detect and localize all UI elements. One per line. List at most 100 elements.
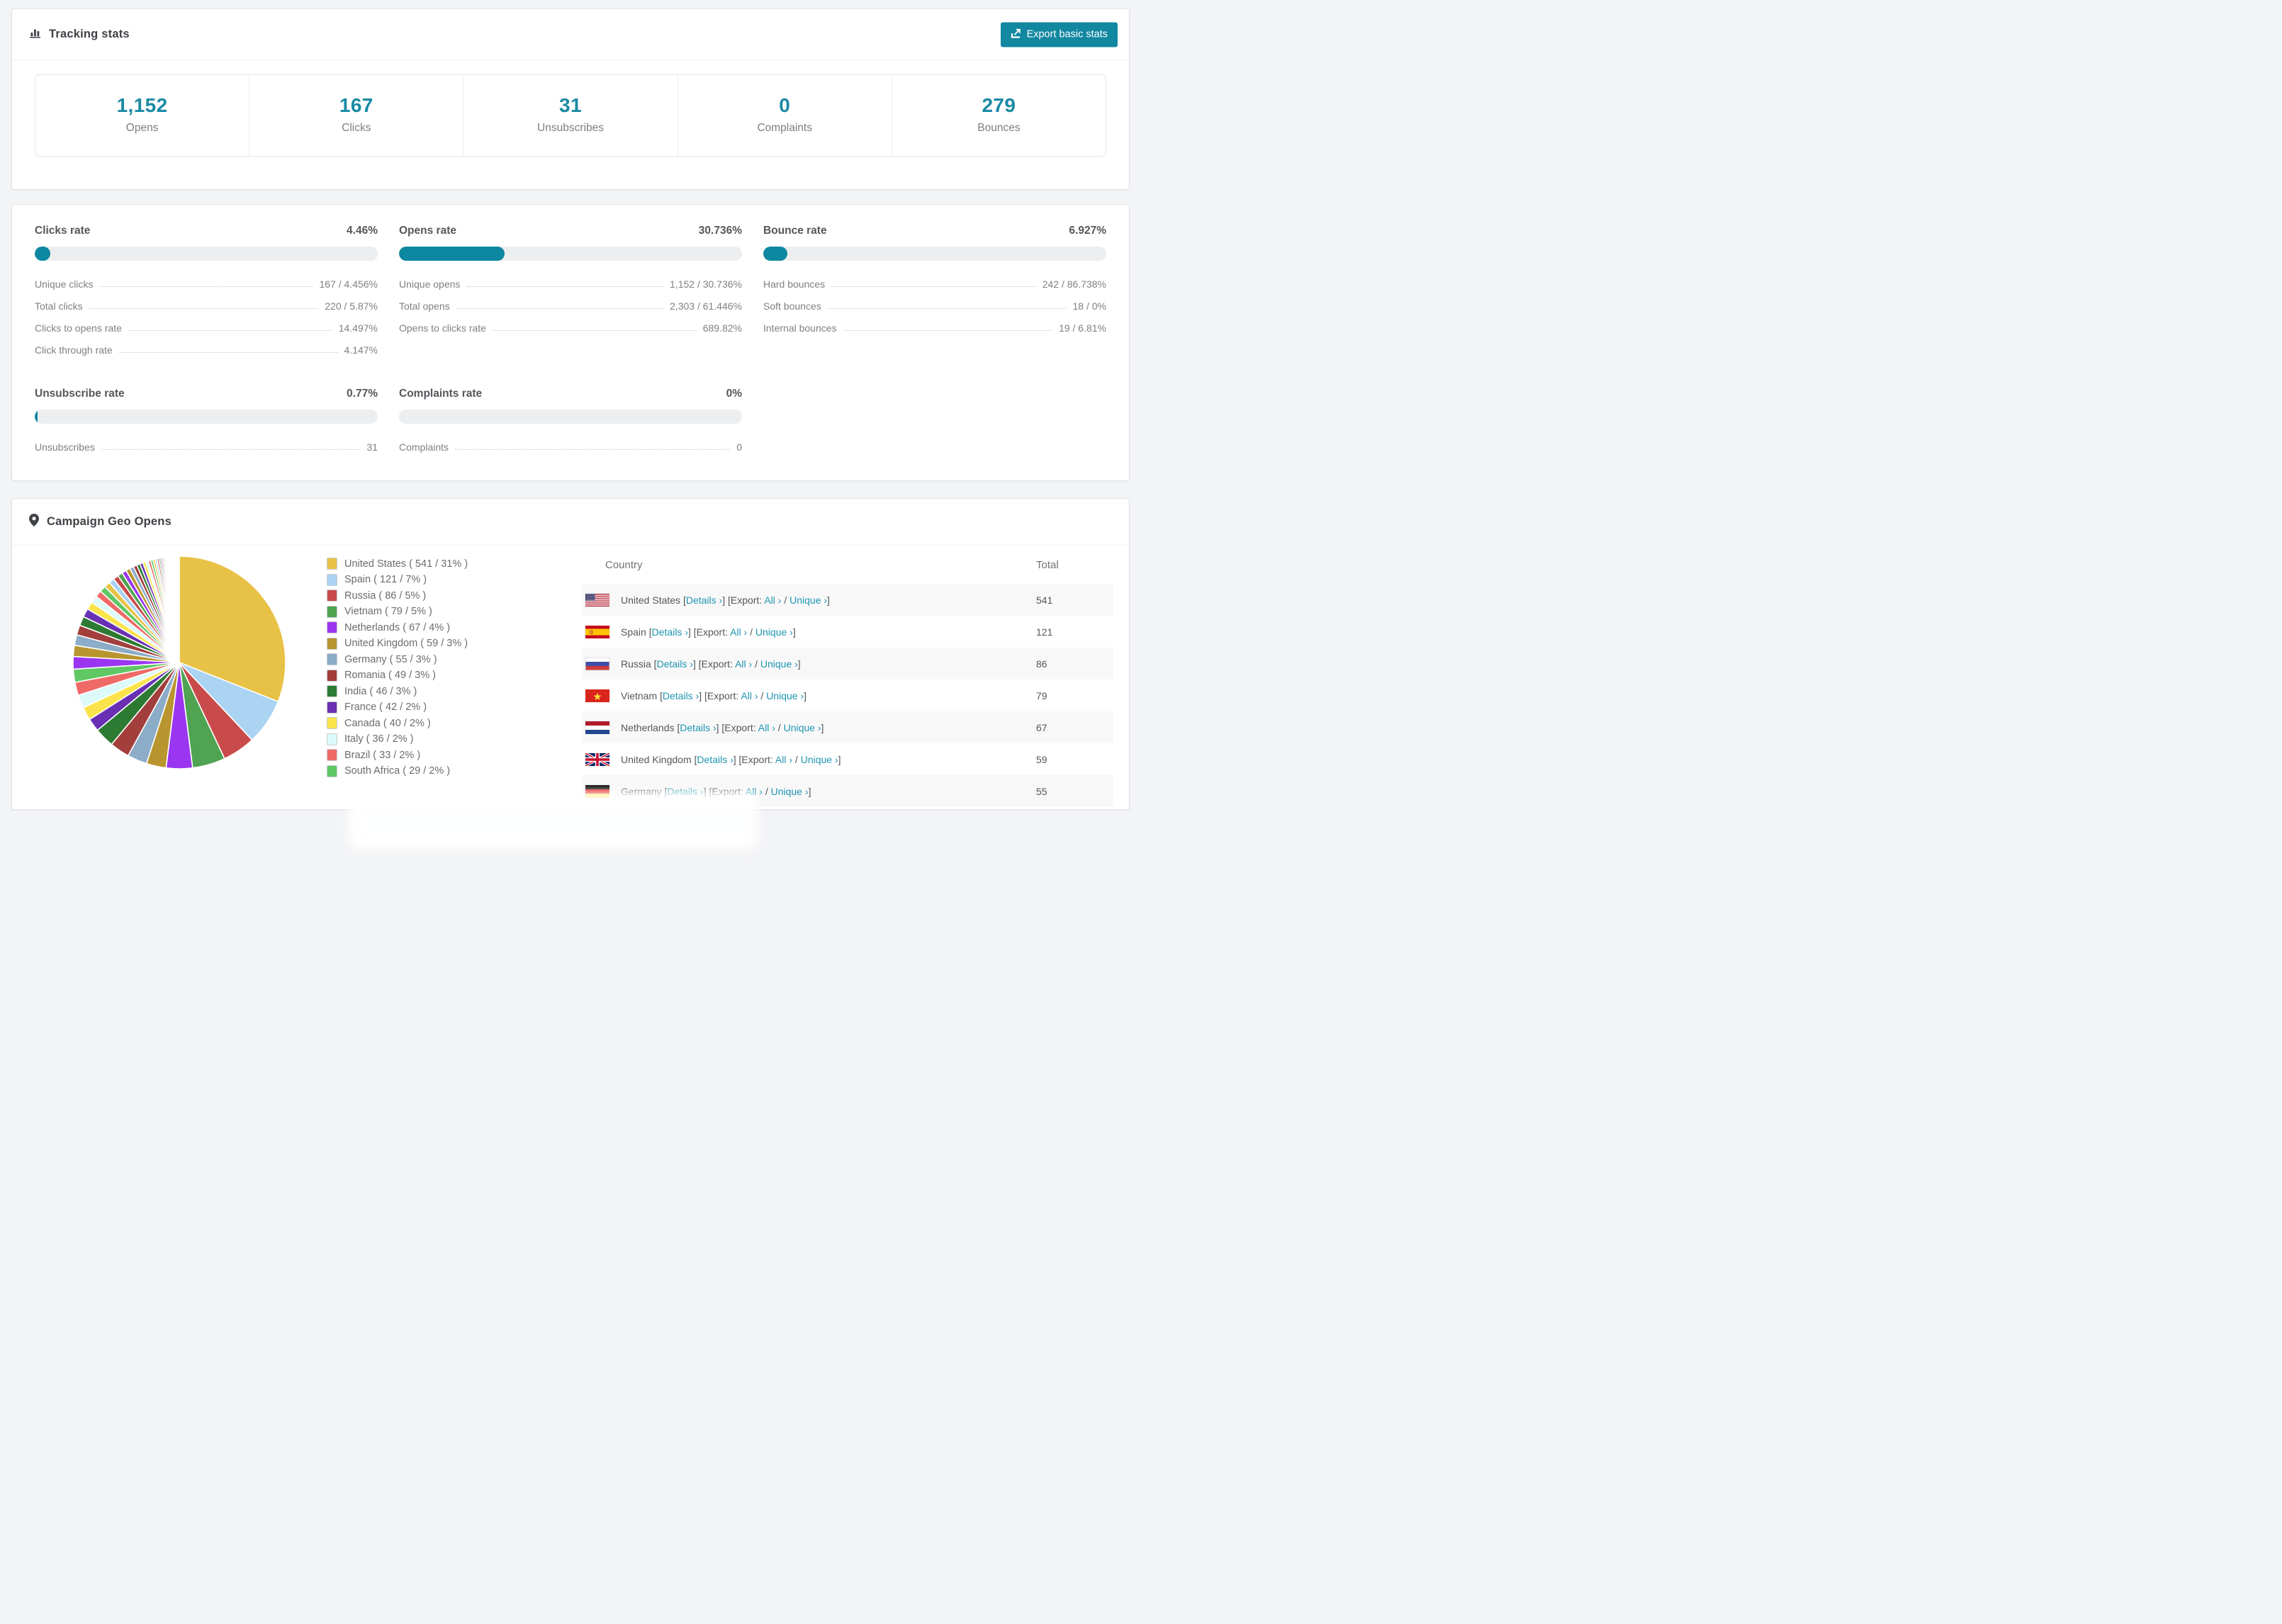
rate-detail-label: Complaints <box>399 441 449 453</box>
legend-item-france[interactable]: France ( 42 / 2% ) <box>327 701 468 714</box>
stat-value: 279 <box>982 94 1016 116</box>
rate-detail-value: 14.497% <box>338 322 378 334</box>
legend-item-romania[interactable]: Romania ( 49 / 3% ) <box>327 669 468 682</box>
bar-chart-icon <box>29 27 41 42</box>
export-unique-link[interactable]: Unique › <box>771 786 809 797</box>
summary-stat-unsubscribes: 31 Unsubscribes <box>463 75 677 156</box>
legend-item-united-states[interactable]: United States ( 541 / 31% ) <box>327 558 468 570</box>
details-link[interactable]: Details › <box>686 594 722 606</box>
rate-detail-value: 4.147% <box>344 344 378 356</box>
geo-table-row-spain: Spain [Details ›] [Export: All › / Uniqu… <box>582 616 1113 648</box>
geo-row-text: United States [Details ›] [Export: All ›… <box>621 594 830 606</box>
legend-label: India ( 46 / 3% ) <box>344 685 417 697</box>
legend-label: United Kingdom ( 59 / 3% ) <box>344 638 468 649</box>
legend-item-south-africa[interactable]: South Africa ( 29 / 2% ) <box>327 765 468 777</box>
legend-swatch <box>327 749 337 761</box>
dotted-leader <box>89 308 319 309</box>
geo-row-text: Vietnam [Details ›] [Export: All › / Uni… <box>621 689 806 701</box>
legend-item-italy[interactable]: Italy ( 36 / 2% ) <box>327 733 468 745</box>
geo-row-total: 55 <box>1036 785 1047 797</box>
legend-item-brazil[interactable]: Brazil ( 33 / 2% ) <box>327 749 468 761</box>
details-link[interactable]: Details › <box>680 722 716 733</box>
rate-panel-unsubscribe-rate: Unsubscribe rate 0.77% Unsubscribes 31 <box>35 388 378 458</box>
legend-label: Germany ( 55 / 3% ) <box>344 653 437 665</box>
rate-panel-opens-rate: Opens rate 30.736% Unique opens 1,152 / … <box>399 225 742 361</box>
export-all-link[interactable]: All › <box>735 658 752 670</box>
legend-swatch <box>327 621 337 633</box>
rate-detail-label: Clicks to opens rate <box>35 322 122 334</box>
geo-table-row-united-states: United States [Details ›] [Export: All ›… <box>582 584 1113 616</box>
export-unique-link[interactable]: Unique › <box>755 626 793 638</box>
geo-row-text: Netherlands [Details ›] [Export: All › /… <box>621 721 824 733</box>
legend-item-spain[interactable]: Spain ( 121 / 7% ) <box>327 573 468 586</box>
export-unique-link[interactable]: Unique › <box>784 722 821 733</box>
geo-table-row-netherlands: Netherlands [Details ›] [Export: All › /… <box>582 711 1113 743</box>
export-all-link[interactable]: All › <box>741 690 758 701</box>
geo-row-total: 59 <box>1036 753 1047 765</box>
dotted-leader <box>456 308 664 309</box>
legend-label: South Africa ( 29 / 2% ) <box>344 765 451 777</box>
geo-row-total: 86 <box>1036 658 1047 670</box>
legend-item-india[interactable]: India ( 46 / 3% ) <box>327 685 468 697</box>
legend-label: Russia ( 86 / 5% ) <box>344 590 427 602</box>
rate-detail-value: 1,152 / 30.736% <box>670 278 742 290</box>
export-unique-link[interactable]: Unique › <box>766 690 804 701</box>
export-unique-link[interactable]: Unique › <box>760 658 798 670</box>
geo-row-text: Spain [Details ›] [Export: All › / Uniqu… <box>621 626 796 638</box>
stat-value: 167 <box>339 94 373 116</box>
rate-detail-value: 167 / 4.456% <box>319 278 378 290</box>
legend-swatch <box>327 669 337 682</box>
dotted-leader <box>492 329 697 331</box>
progress-bar-fill <box>35 247 50 261</box>
stat-label: Opens <box>125 122 159 134</box>
export-unique-link[interactable]: Unique › <box>801 754 838 765</box>
legend-item-russia[interactable]: Russia ( 86 / 5% ) <box>327 590 468 602</box>
column-header-country: Country <box>605 558 643 571</box>
map-pin-icon <box>29 514 39 530</box>
legend-item-vietnam[interactable]: Vietnam ( 79 / 5% ) <box>327 605 468 618</box>
legend-item-canada[interactable]: Canada ( 40 / 2% ) <box>327 717 468 729</box>
rate-detail-label: Total opens <box>399 300 450 312</box>
stat-label: Unsubscribes <box>537 122 604 134</box>
legend-label: Netherlands ( 67 / 4% ) <box>344 621 451 633</box>
details-link[interactable]: Details › <box>657 658 693 670</box>
legend-item-germany[interactable]: Germany ( 55 / 3% ) <box>327 653 468 665</box>
legend-swatch <box>327 558 337 570</box>
tracking-stats-header: Tracking stats Export basic stats <box>12 9 1129 60</box>
rate-detail-label: Unique clicks <box>35 278 94 290</box>
rate-detail-label: Soft bounces <box>763 300 821 312</box>
rate-detail-value: 242 / 86.738% <box>1042 278 1106 290</box>
legend-item-netherlands[interactable]: Netherlands ( 67 / 4% ) <box>327 621 468 633</box>
rate-title: Complaints rate <box>399 388 483 400</box>
rate-percent: 4.46% <box>347 225 378 237</box>
legend-item-united-kingdom[interactable]: United Kingdom ( 59 / 3% ) <box>327 637 468 650</box>
export-all-link[interactable]: All › <box>764 594 781 606</box>
legend-label: United States ( 541 / 31% ) <box>344 558 468 570</box>
progress-bar-fill <box>763 247 787 261</box>
rate-detail-row: Soft bounces 18 / 0% <box>763 295 1106 317</box>
flag-vietnam-icon <box>585 689 609 702</box>
summary-stat-opens: 1,152 Opens <box>35 75 249 156</box>
export-all-link[interactable]: All › <box>758 722 775 733</box>
details-link[interactable]: Details › <box>652 626 688 638</box>
rate-detail-value: 2,303 / 61.446% <box>670 300 742 312</box>
legend-label: Romania ( 49 / 3% ) <box>344 670 436 681</box>
export-unique-link[interactable]: Unique › <box>789 594 827 606</box>
geo-row-total: 541 <box>1036 594 1053 606</box>
bottom-overlay-glow <box>349 791 758 850</box>
legend-label: Spain ( 121 / 7% ) <box>344 574 427 585</box>
rate-panel-bounce-rate: Bounce rate 6.927% Hard bounces 242 / 86… <box>763 225 1106 361</box>
rate-detail-row: Internal bounces 19 / 6.81% <box>763 317 1106 339</box>
legend-label: Canada ( 40 / 2% ) <box>344 717 431 729</box>
export-all-link[interactable]: All › <box>730 626 747 638</box>
rate-detail-row: Total opens 2,303 / 61.446% <box>399 295 742 317</box>
export-basic-stats-button[interactable]: Export basic stats <box>1000 22 1118 47</box>
stat-label: Complaints <box>757 122 812 134</box>
rate-percent: 0% <box>726 388 742 400</box>
rate-detail-label: Unique opens <box>399 278 461 290</box>
details-link[interactable]: Details › <box>697 754 733 765</box>
export-all-link[interactable]: All › <box>775 754 792 765</box>
rate-detail-row: Total clicks 220 / 5.87% <box>35 295 378 317</box>
flag-netherlands-icon <box>585 721 609 734</box>
details-link[interactable]: Details › <box>663 690 699 701</box>
